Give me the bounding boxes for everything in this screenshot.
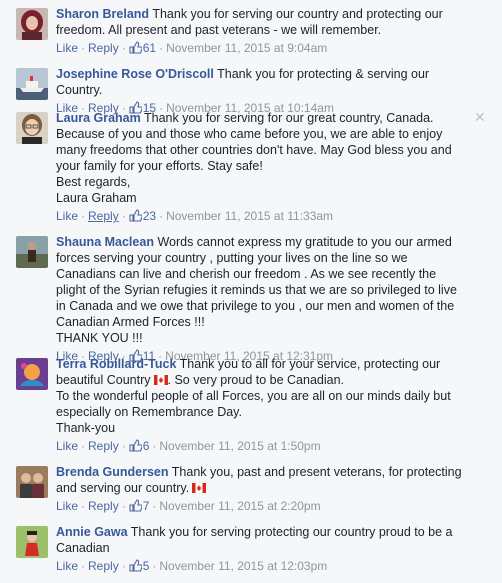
comment-actions: Like · Reply · 61 · November 11, 2015 at 9:04a…: [56, 41, 328, 55]
child-red-avatar-icon: [16, 526, 48, 558]
avatar[interactable]: [16, 112, 48, 144]
thumbs-up-icon[interactable]: [129, 559, 142, 572]
avatar[interactable]: [16, 68, 48, 100]
comment-actions: Like · Reply · 7 · November 11, 2015 at 2:20pm: [56, 499, 321, 513]
avatar[interactable]: [16, 8, 48, 40]
comment-author-link[interactable]: Terra Robillard-Tuck: [56, 357, 176, 371]
comment-body: Josephine Rose O'Driscoll Thank you for …: [56, 66, 466, 116]
timestamp-link[interactable]: November 11, 2015 at 2:20pm: [159, 499, 320, 513]
comment-body: Terra Robillard-Tuck Thank you to all fo…: [56, 356, 466, 454]
avatar[interactable]: [16, 466, 48, 498]
reply-link[interactable]: Reply: [88, 499, 119, 513]
comment-author-link[interactable]: Josephine Rose O'Driscoll: [56, 67, 214, 81]
comment-author-link[interactable]: Laura Graham: [56, 111, 141, 125]
like-count[interactable]: 61: [143, 41, 156, 55]
avatar[interactable]: [16, 358, 48, 390]
comment-text: Words cannot express my gratitude to you…: [56, 235, 457, 345]
comment-actions: Like · Reply · 6 · November 11, 2015 at 1:50pm: [56, 439, 321, 453]
like-link[interactable]: Like: [56, 209, 78, 223]
close-icon[interactable]: ✕: [474, 110, 486, 124]
comment-text: Thank you for serving for our great coun…: [56, 111, 452, 205]
thumbs-up-icon[interactable]: [129, 439, 142, 452]
comment-actions: Like · Reply · 5 · November 11, 2015 at 12:03p…: [56, 559, 328, 573]
comment-author-link[interactable]: Sharon Breland: [56, 7, 149, 21]
canada-flag-icon: [192, 483, 207, 493]
like-count[interactable]: 23: [143, 209, 156, 223]
reply-link[interactable]: Reply: [88, 41, 119, 55]
timestamp-link[interactable]: November 11, 2015 at 9:04am: [166, 41, 327, 55]
timestamp-link[interactable]: November 11, 2015 at 1:50pm: [159, 439, 320, 453]
woman-red-hair-avatar-icon: [16, 8, 48, 40]
thumbs-up-icon[interactable]: [129, 41, 142, 54]
ship-avatar-icon: [16, 68, 48, 100]
woman-glasses-avatar-icon: [16, 112, 48, 144]
reply-link[interactable]: Reply: [88, 439, 119, 453]
comment-body: Shauna Maclean Words cannot express my g…: [56, 234, 466, 364]
comment-author-link[interactable]: Annie Gawa: [56, 525, 128, 539]
like-link[interactable]: Like: [56, 499, 78, 513]
thumbs-up-icon[interactable]: [129, 209, 142, 222]
comment-author-link[interactable]: Shauna Maclean: [56, 235, 154, 249]
avatar[interactable]: [16, 526, 48, 558]
thumbs-up-icon[interactable]: [129, 499, 142, 512]
canada-flag-icon: [153, 375, 168, 385]
like-link[interactable]: Like: [56, 41, 78, 55]
couple-avatar-icon: [16, 466, 48, 498]
comment-body: Brenda Gundersen Thank you, past and pre…: [56, 464, 466, 514]
comment-body: Sharon Breland Thank you for serving our…: [56, 6, 466, 56]
like-link[interactable]: Like: [56, 439, 78, 453]
comment-body: Laura Graham Thank you for serving for o…: [56, 110, 466, 224]
like-link[interactable]: Like: [56, 559, 78, 573]
reply-link[interactable]: Reply: [88, 559, 119, 573]
comment-body: Annie Gawa Thank you for serving protect…: [56, 524, 466, 574]
comment-author-link[interactable]: Brenda Gundersen: [56, 465, 169, 479]
colorful-art-avatar-icon: [16, 358, 48, 390]
timestamp-link[interactable]: November 11, 2015 at 12:03pm: [159, 559, 327, 573]
reply-link[interactable]: Reply: [88, 209, 119, 223]
timestamp-link[interactable]: November 11, 2015 at 11:33am: [166, 209, 333, 223]
person-outdoors-avatar-icon: [16, 236, 48, 268]
avatar[interactable]: [16, 236, 48, 268]
comment-actions: Like · Reply · 23 · November 11, 2015 at 11:33…: [56, 209, 334, 223]
